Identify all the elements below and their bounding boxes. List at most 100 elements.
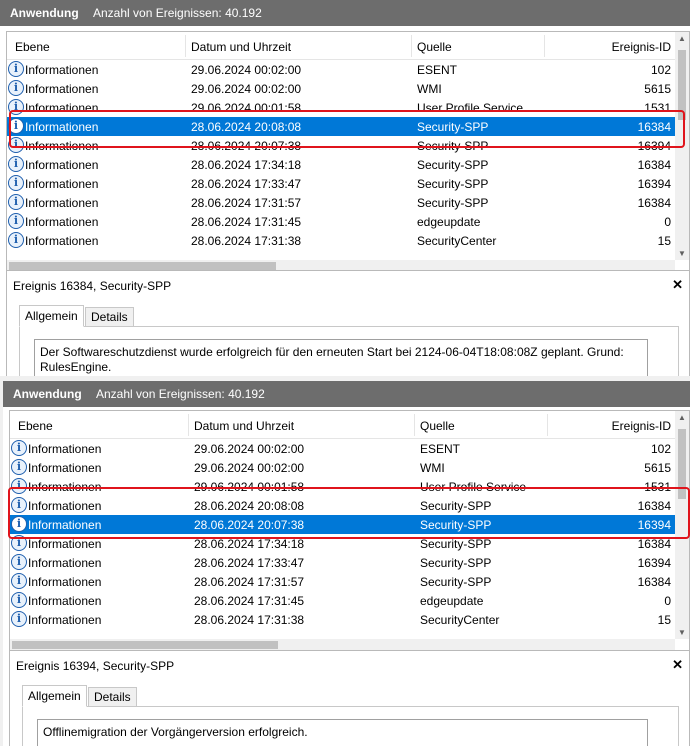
info-icon: i bbox=[8, 99, 24, 115]
info-icon: i bbox=[11, 573, 27, 589]
cell-datetime: 28.06.2024 17:31:38 bbox=[191, 234, 302, 248]
table-row[interactable]: i Informationen 28.06.2024 17:31:45 edgeupd… bbox=[7, 212, 675, 231]
table-row[interactable]: i Informationen 28.06.2024 17:31:57 Securit… bbox=[7, 193, 675, 212]
scroll-up-icon[interactable]: ▲ bbox=[678, 34, 686, 43]
close-icon[interactable]: ✕ bbox=[672, 657, 683, 673]
scroll-thumb[interactable] bbox=[678, 50, 686, 120]
vertical-scrollbar[interactable]: ▲ ▼ bbox=[675, 32, 689, 260]
info-icon: i bbox=[11, 592, 27, 608]
cell-level: Informationen bbox=[28, 537, 102, 551]
table-row[interactable]: i Informationen 28.06.2024 17:33:47 Securit… bbox=[7, 174, 675, 193]
col-level[interactable]: Ebene bbox=[15, 40, 50, 54]
detail-title: Ereignis 16394, Security-SPP bbox=[16, 659, 175, 673]
top-event-table[interactable]: Ebene Datum und Uhrzeit Quelle Ereignis-… bbox=[6, 31, 690, 273]
cell-datetime: 28.06.2024 17:31:38 bbox=[194, 613, 305, 627]
cell-level: Informationen bbox=[28, 556, 102, 570]
table-row[interactable]: i Informationen 29.06.2024 00:02:00 WMI 5615 bbox=[7, 79, 675, 98]
scroll-down-icon[interactable]: ▼ bbox=[678, 628, 686, 637]
tab-general[interactable]: Allgemein bbox=[22, 685, 87, 707]
table-row[interactable]: i Informationen 29.06.2024 00:02:00 ESENT 10… bbox=[7, 60, 675, 79]
cell-datetime: 28.06.2024 17:33:47 bbox=[191, 177, 302, 191]
cell-datetime: 29.06.2024 00:02:00 bbox=[191, 63, 302, 77]
cell-source: Security-SPP bbox=[420, 575, 492, 589]
table-row[interactable]: i Informationen 29.06.2024 00:01:58 User Pr… bbox=[7, 98, 675, 117]
cell-datetime: 29.06.2024 00:02:00 bbox=[194, 442, 305, 456]
table-row[interactable]: i Informationen 28.06.2024 17:33:47 Securit… bbox=[10, 553, 675, 572]
close-icon[interactable]: ✕ bbox=[672, 277, 683, 293]
table-row[interactable]: i Informationen 28.06.2024 20:08:08 Securit… bbox=[10, 496, 675, 515]
log-name: Anwendung bbox=[10, 6, 79, 20]
table-row[interactable]: i Informationen 28.06.2024 20:08:08 Securit… bbox=[7, 117, 675, 136]
table-row[interactable]: i Informationen 28.06.2024 17:31:38 Securit… bbox=[7, 231, 675, 250]
table-row[interactable]: i Informationen 28.06.2024 20:07:38 Securit… bbox=[10, 515, 675, 534]
table-row[interactable]: i Informationen 28.06.2024 17:31:45 edgeupd… bbox=[10, 591, 675, 610]
cell-datetime: 29.06.2024 00:02:00 bbox=[191, 82, 302, 96]
cell-level: Informationen bbox=[25, 158, 99, 172]
col-event-id[interactable]: Ereignis-ID bbox=[612, 40, 671, 54]
cell-event-id: 1531 bbox=[644, 101, 671, 115]
event-message: Der Softwareschutzdienst wurde erfolgrei… bbox=[34, 339, 648, 376]
cell-event-id: 102 bbox=[650, 442, 671, 456]
cell-source: edgeupdate bbox=[420, 594, 484, 608]
cell-event-id: 16384 bbox=[637, 120, 671, 134]
cell-source: SecurityCenter bbox=[417, 234, 497, 248]
cell-event-id: 16384 bbox=[637, 196, 671, 210]
scroll-up-icon[interactable]: ▲ bbox=[678, 413, 686, 422]
table-row[interactable]: i Informationen 28.06.2024 17:31:57 Securit… bbox=[10, 572, 675, 591]
cell-event-id: 16384 bbox=[637, 575, 671, 589]
cell-datetime: 28.06.2024 17:31:57 bbox=[194, 575, 305, 589]
table-row[interactable]: i Informationen 29.06.2024 00:02:00 ESENT 10… bbox=[10, 439, 675, 458]
cell-source: ESENT bbox=[420, 442, 461, 456]
col-datetime[interactable]: Datum und Uhrzeit bbox=[191, 40, 291, 54]
table-row[interactable]: i Informationen 28.06.2024 20:07:38 Securit… bbox=[7, 136, 675, 155]
cell-level: Informationen bbox=[25, 177, 99, 191]
cell-source: Security-SPP bbox=[420, 537, 492, 551]
cell-source: Security-SPP bbox=[420, 499, 492, 513]
cell-event-id: 16394 bbox=[637, 518, 671, 532]
table-row[interactable]: i Informationen 29.06.2024 00:02:00 WMI 5615 bbox=[10, 458, 675, 477]
col-datetime[interactable]: Datum und Uhrzeit bbox=[194, 419, 294, 433]
col-event-id[interactable]: Ereignis-ID bbox=[612, 419, 671, 433]
info-icon: i bbox=[11, 459, 27, 475]
cell-event-id: 5615 bbox=[644, 82, 671, 96]
info-icon: i bbox=[8, 137, 24, 153]
log-name: Anwendung bbox=[13, 387, 82, 401]
scroll-down-icon[interactable]: ▼ bbox=[678, 249, 686, 258]
cell-event-id: 0 bbox=[664, 215, 671, 229]
cell-source: Security-SPP bbox=[417, 158, 489, 172]
col-level[interactable]: Ebene bbox=[18, 419, 53, 433]
cell-source: Security-SPP bbox=[417, 139, 489, 153]
col-source[interactable]: Quelle bbox=[420, 419, 455, 433]
cell-source: SecurityCenter bbox=[420, 613, 500, 627]
cell-event-id: 16394 bbox=[637, 177, 671, 191]
col-source[interactable]: Quelle bbox=[417, 40, 452, 54]
tab-details[interactable]: Details bbox=[88, 687, 137, 707]
bottom-event-table[interactable]: Ebene Datum und Uhrzeit Quelle Ereignis-… bbox=[9, 410, 690, 652]
table-row[interactable]: i Informationen 28.06.2024 17:34:18 Securit… bbox=[10, 534, 675, 553]
table-row[interactable]: i Informationen 28.06.2024 17:34:18 Securit… bbox=[7, 155, 675, 174]
cell-level: Informationen bbox=[28, 442, 102, 456]
cell-datetime: 28.06.2024 20:08:08 bbox=[194, 499, 305, 513]
vertical-scrollbar[interactable]: ▲ ▼ bbox=[675, 411, 689, 639]
cell-datetime: 28.06.2024 20:07:38 bbox=[194, 518, 305, 532]
cell-event-id: 1531 bbox=[644, 480, 671, 494]
info-icon: i bbox=[11, 554, 27, 570]
cell-event-id: 102 bbox=[650, 63, 671, 77]
table-row[interactable]: i Informationen 29.06.2024 00:01:58 User Pr… bbox=[10, 477, 675, 496]
info-icon: i bbox=[11, 611, 27, 627]
info-icon: i bbox=[8, 118, 24, 134]
table-row[interactable]: i Informationen 28.06.2024 17:31:38 Securit… bbox=[10, 610, 675, 629]
cell-level: Informationen bbox=[28, 518, 102, 532]
detail-title: Ereignis 16384, Security-SPP bbox=[13, 279, 172, 293]
cell-datetime: 28.06.2024 20:07:38 bbox=[191, 139, 302, 153]
cell-datetime: 28.06.2024 17:31:57 bbox=[191, 196, 302, 210]
scroll-thumb[interactable] bbox=[678, 429, 686, 499]
tab-body: Offlinemigration der Vorgängerversion er… bbox=[22, 706, 679, 746]
info-icon: i bbox=[11, 478, 27, 494]
cell-level: Informationen bbox=[25, 234, 99, 248]
cell-source: User Profile Service bbox=[417, 101, 524, 115]
tab-general[interactable]: Allgemein bbox=[19, 305, 84, 327]
tab-details[interactable]: Details bbox=[85, 307, 134, 327]
event-count: Anzahl von Ereignissen: 40.192 bbox=[96, 387, 265, 401]
info-icon: i bbox=[11, 497, 27, 513]
